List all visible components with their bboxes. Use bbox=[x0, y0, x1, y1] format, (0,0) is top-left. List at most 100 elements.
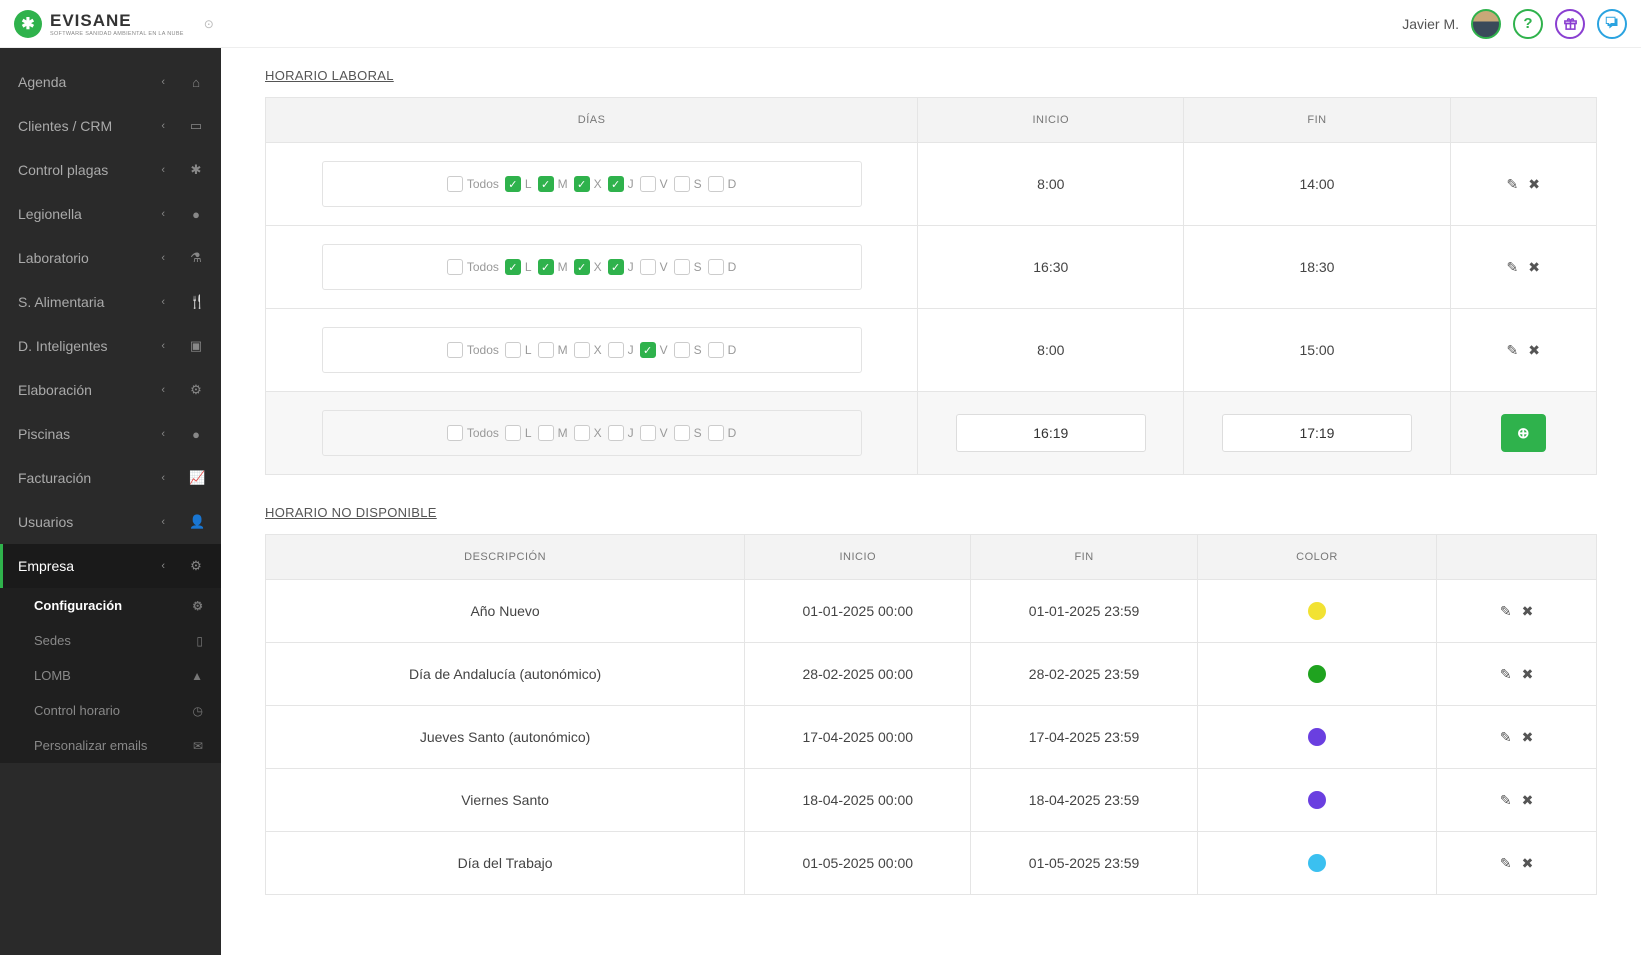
sidebar-sub-configuracion[interactable]: Configuración ⚙ bbox=[0, 588, 221, 623]
edit-icon[interactable]: ✎ bbox=[1507, 342, 1519, 359]
checkbox-j[interactable] bbox=[608, 425, 624, 441]
checkbox-l[interactable]: ✓ bbox=[505, 176, 521, 192]
checkbox-todos[interactable] bbox=[447, 425, 463, 441]
checkbox-todos[interactable] bbox=[447, 259, 463, 275]
sidebar-item-elaboracion[interactable]: Elaboración ‹⚙ bbox=[0, 368, 221, 412]
section-title-laboral: HORARIO LABORAL bbox=[265, 68, 1597, 83]
edit-icon[interactable]: ✎ bbox=[1507, 176, 1519, 193]
sidebar-item-agenda[interactable]: Agenda ‹⌂ bbox=[0, 60, 221, 104]
chevron-left-icon: ‹ bbox=[161, 164, 165, 176]
checkbox-x[interactable] bbox=[574, 342, 590, 358]
sidebar-item-piscinas[interactable]: Piscinas ‹● bbox=[0, 412, 221, 456]
brand[interactable]: ✱ EVISANE SOFTWARE SANIDAD AMBIENTAL EN … bbox=[14, 10, 184, 38]
chat-button[interactable] bbox=[1597, 9, 1627, 39]
sidebar-item-usuarios[interactable]: Usuarios ‹👤 bbox=[0, 500, 221, 544]
sidebar-item-plagas[interactable]: Control plagas ‹✱ bbox=[0, 148, 221, 192]
sidebar-item-empresa[interactable]: Empresa ‹⚙ bbox=[0, 544, 221, 588]
sidebar-item-laboratorio[interactable]: Laboratorio ‹⚗ bbox=[0, 236, 221, 280]
checkbox-m[interactable]: ✓ bbox=[538, 259, 554, 275]
checkbox-x[interactable] bbox=[574, 425, 590, 441]
sidebar-item-clientes[interactable]: Clientes / CRM ‹▭ bbox=[0, 104, 221, 148]
checkbox-l[interactable] bbox=[505, 342, 521, 358]
sidebar-sub-control-horario[interactable]: Control horario ◷ bbox=[0, 693, 221, 728]
checkbox-s[interactable] bbox=[674, 259, 690, 275]
nodisp-row: Viernes Santo18-04-2025 00:0018-04-2025 … bbox=[266, 769, 1597, 832]
checkbox-todos[interactable] bbox=[447, 342, 463, 358]
gift-button[interactable] bbox=[1555, 9, 1585, 39]
checkbox-d[interactable] bbox=[708, 342, 724, 358]
checkbox-s[interactable] bbox=[674, 176, 690, 192]
checkbox-d[interactable] bbox=[708, 176, 724, 192]
delete-icon[interactable]: ✖ bbox=[1528, 176, 1540, 193]
desc-cell: Año Nuevo bbox=[266, 580, 745, 643]
collapse-sidebar-icon[interactable]: ⊙ bbox=[204, 17, 214, 31]
edit-icon[interactable]: ✎ bbox=[1500, 792, 1512, 809]
sidebar-sub-lomb[interactable]: LOMB ▲ bbox=[0, 658, 221, 693]
desc-cell: Viernes Santo bbox=[266, 769, 745, 832]
checkbox-l[interactable]: ✓ bbox=[505, 259, 521, 275]
user-icon: 👤 bbox=[189, 514, 203, 530]
checkbox-l[interactable] bbox=[505, 425, 521, 441]
color-dot bbox=[1308, 854, 1326, 872]
checkbox-s[interactable] bbox=[674, 342, 690, 358]
checkbox-j[interactable]: ✓ bbox=[608, 259, 624, 275]
delete-icon[interactable]: ✖ bbox=[1528, 259, 1540, 276]
help-button[interactable]: ? bbox=[1513, 9, 1543, 39]
avatar[interactable] bbox=[1471, 9, 1501, 39]
sidebar-item-inteligentes[interactable]: D. Inteligentes ‹▣ bbox=[0, 324, 221, 368]
fin-cell: 18:30 bbox=[1184, 226, 1450, 309]
checkbox-s[interactable] bbox=[674, 425, 690, 441]
checkbox-d[interactable] bbox=[708, 425, 724, 441]
days-selector[interactable]: Todos L M X J V S D bbox=[322, 410, 862, 456]
gear-icon: ⚙ bbox=[189, 558, 203, 574]
days-selector: Todos✓ L✓ M✓ X✓ J V S D bbox=[322, 244, 862, 290]
edit-icon[interactable]: ✎ bbox=[1500, 603, 1512, 620]
delete-icon[interactable]: ✖ bbox=[1522, 855, 1534, 872]
col-inicio: INICIO bbox=[918, 98, 1184, 143]
checkbox-j[interactable]: ✓ bbox=[608, 176, 624, 192]
bug-icon: ✱ bbox=[189, 162, 203, 178]
sidebar-item-label: S. Alimentaria bbox=[18, 294, 104, 310]
laboral-table: DÍAS INICIO FIN Todos✓ L✓ M✓ X✓ J V S D8… bbox=[265, 97, 1597, 475]
checkbox-v[interactable] bbox=[640, 259, 656, 275]
edit-icon[interactable]: ✎ bbox=[1500, 855, 1512, 872]
edit-icon[interactable]: ✎ bbox=[1507, 259, 1519, 276]
checkbox-x[interactable]: ✓ bbox=[574, 176, 590, 192]
edit-icon[interactable]: ✎ bbox=[1500, 729, 1512, 746]
checkbox-v[interactable]: ✓ bbox=[640, 342, 656, 358]
fin-cell: 17-04-2025 23:59 bbox=[971, 706, 1197, 769]
sidebar-sub-emails[interactable]: Personalizar emails ✉ bbox=[0, 728, 221, 763]
delete-icon[interactable]: ✖ bbox=[1528, 342, 1540, 359]
chevron-left-icon: ‹ bbox=[161, 76, 165, 88]
checkbox-j[interactable] bbox=[608, 342, 624, 358]
sidebar-item-alimentaria[interactable]: S. Alimentaria ‹🍴 bbox=[0, 280, 221, 324]
warning-icon: ▲ bbox=[191, 669, 203, 683]
delete-icon[interactable]: ✖ bbox=[1522, 603, 1534, 620]
fin-input[interactable] bbox=[1222, 414, 1412, 452]
checkbox-m[interactable] bbox=[538, 425, 554, 441]
sidebar-item-facturacion[interactable]: Facturación ‹📈 bbox=[0, 456, 221, 500]
col-fin: FIN bbox=[971, 535, 1197, 580]
col-fin: FIN bbox=[1184, 98, 1450, 143]
chevron-left-icon: ‹ bbox=[161, 340, 165, 352]
checkbox-m[interactable]: ✓ bbox=[538, 176, 554, 192]
delete-icon[interactable]: ✖ bbox=[1522, 729, 1534, 746]
checkbox-v[interactable] bbox=[640, 176, 656, 192]
inicio-input[interactable] bbox=[956, 414, 1146, 452]
flask-icon: ⚗ bbox=[189, 250, 203, 266]
checkbox-m[interactable] bbox=[538, 342, 554, 358]
sidebar-sub-sedes[interactable]: Sedes ▯ bbox=[0, 623, 221, 658]
delete-icon[interactable]: ✖ bbox=[1522, 666, 1534, 683]
edit-icon[interactable]: ✎ bbox=[1500, 666, 1512, 683]
checkbox-x[interactable]: ✓ bbox=[574, 259, 590, 275]
checkbox-todos[interactable] bbox=[447, 176, 463, 192]
checkbox-d[interactable] bbox=[708, 259, 724, 275]
sidebar-item-label: Laboratorio bbox=[18, 250, 89, 266]
sidebar-sub-label: Sedes bbox=[34, 633, 71, 648]
add-button[interactable]: ⊕ bbox=[1501, 414, 1546, 452]
checkbox-v[interactable] bbox=[640, 425, 656, 441]
sidebar-item-legionella[interactable]: Legionella ‹● bbox=[0, 192, 221, 236]
color-dot bbox=[1308, 791, 1326, 809]
chevron-left-icon: ‹ bbox=[161, 428, 165, 440]
delete-icon[interactable]: ✖ bbox=[1522, 792, 1534, 809]
